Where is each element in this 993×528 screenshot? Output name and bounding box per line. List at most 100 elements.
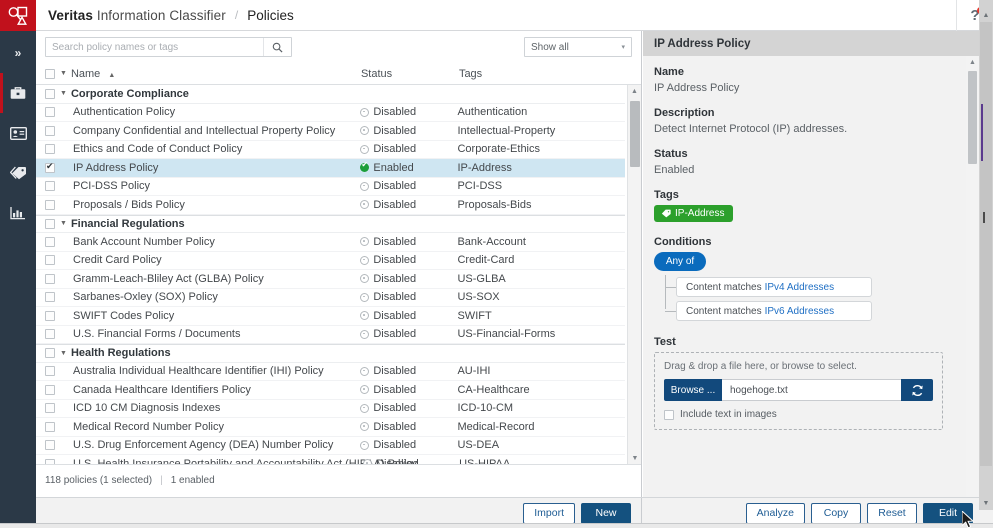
table-row[interactable]: Ethics and Code of Conduct Policy Disable… — [36, 141, 625, 159]
row-checkbox[interactable] — [45, 144, 55, 155]
browse-button[interactable]: Browse ... — [664, 379, 722, 401]
column-header-name[interactable]: Name ▲ — [71, 68, 361, 80]
page-title[interactable]: Policies — [247, 8, 294, 23]
select-all-checkbox[interactable] — [45, 68, 55, 79]
row-checkbox[interactable] — [45, 292, 55, 303]
analyze-button[interactable]: Analyze — [745, 502, 805, 524]
table-row[interactable]: Gramm-Leach-Bliley Act (GLBA) Policy Disa… — [36, 270, 625, 289]
column-header-tags[interactable]: Tags — [459, 68, 599, 80]
status-disabled-icon — [360, 200, 370, 210]
table-row[interactable]: IP Address Policy Enabled IP-Address — [36, 159, 625, 178]
sidebar-item-expand-menu[interactable]: » — [0, 33, 36, 73]
policy-name-cell: Medical Record Number Policy — [73, 420, 224, 433]
scrollbar-thumb[interactable] — [630, 101, 640, 167]
policy-tags-cell: US-GLBA — [457, 272, 506, 285]
row-checkbox[interactable] — [45, 161, 55, 173]
import-button[interactable]: Import — [523, 502, 575, 524]
page-scrollbar-thumb[interactable] — [980, 22, 992, 466]
detail-status-value: Enabled — [654, 164, 695, 176]
page-scroll-up-arrow-icon[interactable]: ▲ — [979, 8, 993, 22]
chevron-down-icon[interactable]: ▼ — [60, 70, 67, 77]
page-scroll-down-arrow-icon[interactable]: ▼ — [979, 496, 993, 510]
table-row[interactable]: Credit Card Policy Disabled Credit-Card — [36, 252, 625, 270]
search-button[interactable] — [263, 38, 291, 56]
column-header-status[interactable]: Status — [361, 68, 459, 80]
condition-prefix: Content matches — [686, 281, 762, 293]
policy-name-cell: Gramm-Leach-Bliley Act (GLBA) Policy — [73, 272, 264, 285]
row-checkbox[interactable] — [45, 329, 55, 340]
table-row[interactable]: ICD 10 CM Diagnosis Indexes Disabled ICD-1… — [36, 400, 625, 418]
reset-button[interactable]: Reset — [867, 502, 917, 524]
policy-group-header[interactable]: ▼ Corporate Compliance — [36, 85, 625, 104]
table-row[interactable]: U.S. Drug Enforcement Agency (DEA) Numbe… — [36, 437, 625, 455]
table-row[interactable]: PCI-DSS Policy Disabled PCI-DSS — [36, 178, 625, 196]
row-checkbox[interactable] — [45, 236, 55, 247]
page-scrollbar[interactable]: ▲ ▼ — [979, 0, 993, 510]
table-row[interactable]: Medical Record Number Policy Disabled Medi… — [36, 418, 625, 437]
row-checkbox[interactable] — [45, 421, 55, 432]
policy-tag-pill[interactable]: IP-Address — [654, 205, 734, 222]
row-checkbox[interactable] — [45, 255, 55, 266]
scroll-up-arrow-icon[interactable]: ▲ — [628, 85, 641, 98]
copy-button[interactable]: Copy — [811, 502, 861, 524]
row-checkbox[interactable] — [45, 181, 55, 192]
policy-status-cell: Disabled — [360, 125, 457, 137]
selected-file-name[interactable]: hogehoge.txt — [722, 379, 901, 401]
row-checkbox[interactable] — [45, 440, 55, 451]
search-input[interactable] — [46, 38, 263, 56]
sidebar-item-policies[interactable] — [0, 73, 36, 113]
chevron-down-icon[interactable]: ▼ — [60, 90, 67, 97]
refresh-button[interactable] — [901, 379, 933, 401]
table-row[interactable]: Bank Account Number Policy Disabled Bank-A… — [36, 233, 625, 252]
status-disabled-icon — [360, 440, 370, 450]
table-row[interactable]: Company Confidential and Intellectual Pr… — [36, 122, 625, 141]
table-row[interactable]: Proposals / Bids Policy Disabled Proposals… — [36, 196, 625, 215]
group-checkbox[interactable] — [45, 218, 55, 229]
chevron-down-icon[interactable]: ▼ — [60, 350, 67, 357]
detail-scrollbar-thumb[interactable] — [968, 71, 977, 164]
table-row[interactable]: Australia Individual Healthcare Identifi… — [36, 363, 625, 381]
scroll-annotation-marker-secondary — [983, 212, 985, 223]
table-row[interactable]: Canada Healthcare Identifiers Policy Disa… — [36, 381, 625, 400]
condition-link[interactable]: IPv6 Addresses — [765, 306, 834, 317]
table-row[interactable]: Sarbanes-Oxley (SOX) Policy Disabled US-SO… — [36, 289, 625, 307]
policy-name-cell: U.S. Financial Forms / Documents — [73, 328, 241, 341]
table-row[interactable]: U.S. Health Insurance Portability and Ac… — [36, 455, 625, 464]
detail-scroll-up-arrow-icon[interactable]: ▲ — [966, 56, 979, 69]
test-dropzone[interactable]: Drag & drop a file here, or browse to se… — [654, 352, 943, 430]
policy-status-text: Disabled — [373, 309, 417, 322]
row-checkbox[interactable] — [45, 458, 55, 464]
sidebar-item-tags[interactable] — [0, 153, 36, 193]
row-checkbox[interactable] — [45, 403, 55, 414]
policy-group-header[interactable]: ▼ Health Regulations — [36, 344, 625, 363]
detail-panel-scrollbar[interactable]: ▲ — [966, 56, 979, 497]
condition-box[interactable]: Content matches IPv4 Addresses — [676, 277, 872, 297]
new-button[interactable]: New — [581, 502, 631, 524]
row-checkbox[interactable] — [45, 107, 55, 118]
table-row[interactable]: U.S. Financial Forms / Documents Disabled… — [36, 326, 625, 344]
condition-link[interactable]: IPv4 Addresses — [765, 282, 834, 293]
table-row[interactable]: SWIFT Codes Policy Disabled SWIFT — [36, 307, 625, 326]
sidebar-item-identities[interactable] — [0, 113, 36, 153]
condition-operator-badge[interactable]: Any of — [654, 252, 706, 271]
policy-group-header[interactable]: ▼ Financial Regulations — [36, 214, 625, 233]
table-row[interactable]: Authentication Policy Disabled Authenticat… — [36, 104, 625, 122]
condition-box[interactable]: Content matches IPv6 Addresses — [676, 301, 872, 321]
group-checkbox[interactable] — [45, 348, 55, 359]
row-checkbox[interactable] — [45, 366, 55, 377]
row-checkbox[interactable] — [45, 199, 55, 210]
include-images-option[interactable]: Include text in images — [664, 409, 933, 420]
row-checkbox[interactable] — [45, 273, 55, 284]
policy-list-scrollbar[interactable]: ▲ ▼ — [627, 85, 641, 464]
search-box[interactable] — [45, 37, 292, 57]
group-checkbox[interactable] — [45, 88, 55, 99]
chevron-down-icon[interactable]: ▼ — [60, 220, 67, 227]
row-checkbox[interactable] — [45, 125, 55, 136]
scroll-down-arrow-icon[interactable]: ▼ — [628, 452, 641, 464]
sidebar-item-reports[interactable] — [0, 193, 36, 233]
status-filter-dropdown[interactable]: Show all ▾ — [524, 37, 632, 57]
include-images-checkbox[interactable] — [664, 409, 674, 420]
row-checkbox[interactable] — [45, 384, 55, 395]
edit-button[interactable]: Edit — [923, 502, 973, 524]
row-checkbox[interactable] — [45, 310, 55, 321]
